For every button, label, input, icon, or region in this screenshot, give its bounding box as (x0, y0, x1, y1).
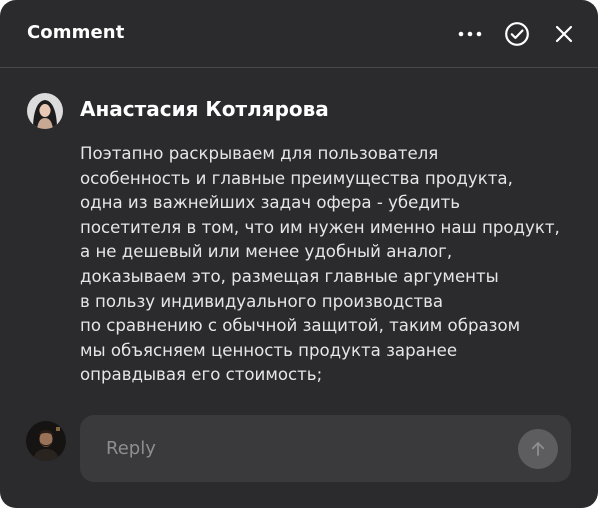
comment-line: в пользу индивидуального производства (80, 291, 444, 311)
comment-line: доказываем это, размещая главные аргумен… (80, 266, 499, 286)
close-button[interactable] (550, 20, 578, 48)
comment-line: мы объясняем ценность продукта заранее (80, 340, 458, 360)
header-title: Comment (27, 22, 125, 43)
author-avatar (27, 93, 63, 129)
author-name: Анастасия Котлярова (80, 97, 329, 121)
more-horizontal-icon (458, 31, 482, 37)
comment-panel: Comment Анастасия Котлярова Поэтапно рас… (0, 0, 598, 508)
comment-line: особенность и главные преимущества проду… (80, 168, 513, 188)
comment-line: одна из важнейших задач офера - убедить (80, 193, 461, 213)
comment-header: Comment (0, 0, 598, 68)
arrow-up-icon (531, 442, 545, 456)
send-reply-button[interactable] (518, 429, 558, 469)
comment-line: посетителя в том, что им нужен именно на… (80, 217, 560, 237)
current-user-avatar (26, 421, 66, 461)
comment-text: Поэтапно раскрываем для пользователя осо… (80, 142, 570, 388)
comment-line: оправдывая его стоимость; (80, 365, 323, 385)
comment-line: по сравнению с обычной защитой, таким об… (80, 316, 521, 336)
check-circle-icon (505, 22, 529, 46)
more-options-button[interactable] (456, 20, 484, 48)
resolve-button[interactable] (503, 20, 531, 48)
comment-line: а не дешевый или менее удобный аналог, (80, 242, 453, 262)
comment-line: Поэтапно раскрываем для пользователя (80, 144, 439, 163)
reply-input[interactable] (106, 415, 506, 482)
reply-box (80, 415, 571, 482)
close-icon (555, 25, 573, 43)
